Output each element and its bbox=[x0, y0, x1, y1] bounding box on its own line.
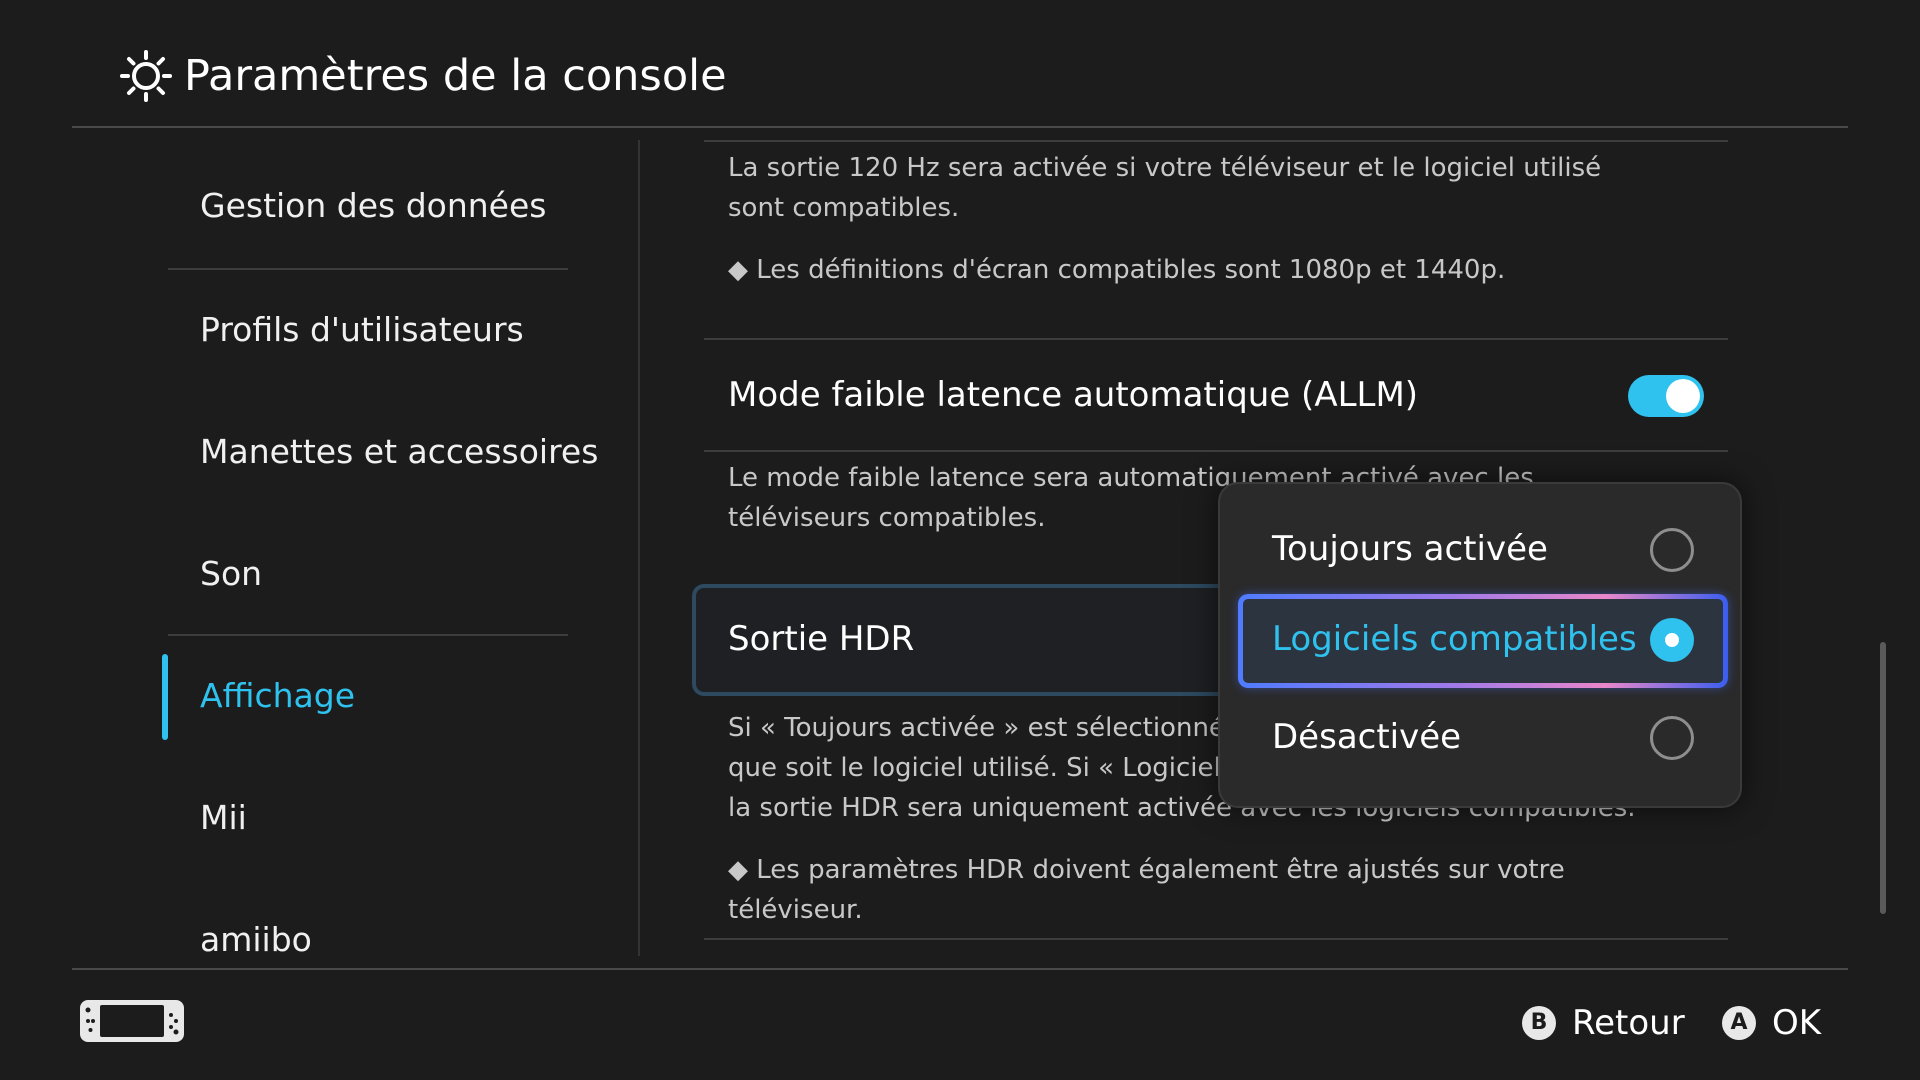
option-disabled[interactable]: Désactivée bbox=[1238, 692, 1728, 786]
back-button[interactable]: B Retour bbox=[1522, 1000, 1685, 1046]
sidebar-item-mii[interactable]: Mii bbox=[200, 788, 600, 848]
toggle-knob bbox=[1666, 379, 1700, 413]
sidebar-divider bbox=[168, 268, 568, 270]
allm-label[interactable]: Mode faible latence automatique (ALLM) bbox=[728, 370, 1418, 420]
console-settings-screen: Paramètres de la console Gestion des don… bbox=[0, 0, 1920, 1080]
content-scrollbar[interactable] bbox=[1880, 642, 1886, 914]
sidebar-divider bbox=[168, 634, 568, 636]
option-label: Logiciels compatibles bbox=[1272, 619, 1637, 659]
console-icon bbox=[80, 1000, 184, 1042]
content-divider bbox=[704, 140, 1728, 142]
option-label: Désactivée bbox=[1272, 717, 1462, 757]
hdr-note: ◆ Les paramètres HDR doivent également ê… bbox=[728, 855, 1565, 925]
sidebar-active-indicator bbox=[162, 654, 168, 740]
sidebar-item-user-profiles[interactable]: Profils d'utilisateurs bbox=[200, 300, 600, 360]
option-label: Toujours activée bbox=[1272, 529, 1548, 569]
header: Paramètres de la console bbox=[0, 0, 1920, 128]
page-title: Paramètres de la console bbox=[184, 51, 727, 101]
radio-selected-icon bbox=[1650, 618, 1694, 662]
footer-divider bbox=[72, 968, 1848, 970]
back-label: Retour bbox=[1572, 1003, 1685, 1043]
sidebar-item-controllers[interactable]: Manettes et accessoires bbox=[200, 422, 600, 482]
sidebar-item-amiibo[interactable]: amiibo bbox=[200, 910, 600, 968]
content-divider bbox=[704, 338, 1728, 340]
sidebar: Gestion des données Profils d'utilisateu… bbox=[0, 130, 640, 968]
content-divider bbox=[704, 938, 1728, 940]
sidebar-item-sound[interactable]: Son bbox=[200, 544, 600, 604]
ok-button[interactable]: A OK bbox=[1722, 1000, 1821, 1046]
hdr-output-label: Sortie HDR bbox=[728, 619, 915, 659]
b-button-icon: B bbox=[1522, 1006, 1556, 1040]
sidebar-item-data-management[interactable]: Gestion des données bbox=[200, 176, 600, 236]
refresh-rate-description: La sortie 120 Hz sera activée si votre t… bbox=[728, 153, 1602, 223]
header-divider bbox=[72, 126, 1848, 128]
allm-toggle[interactable] bbox=[1628, 375, 1704, 417]
sidebar-item-display[interactable]: Affichage bbox=[200, 666, 600, 726]
refresh-rate-note: ◆ Les définitions d'écran compatibles so… bbox=[728, 255, 1506, 285]
content-divider bbox=[704, 450, 1728, 452]
radio-unselected-icon bbox=[1650, 528, 1694, 572]
hdr-options-popup: Toujours activée Logiciels compatibles D… bbox=[1218, 482, 1742, 808]
ok-label: OK bbox=[1772, 1003, 1822, 1043]
gear-icon bbox=[120, 50, 172, 102]
a-button-icon: A bbox=[1722, 1006, 1756, 1040]
radio-dot bbox=[1665, 633, 1679, 647]
radio-unselected-icon bbox=[1650, 716, 1694, 760]
sidebar-separator bbox=[638, 140, 640, 956]
option-always-on[interactable]: Toujours activée bbox=[1238, 504, 1728, 598]
option-compatible-software[interactable]: Logiciels compatibles bbox=[1238, 594, 1728, 688]
